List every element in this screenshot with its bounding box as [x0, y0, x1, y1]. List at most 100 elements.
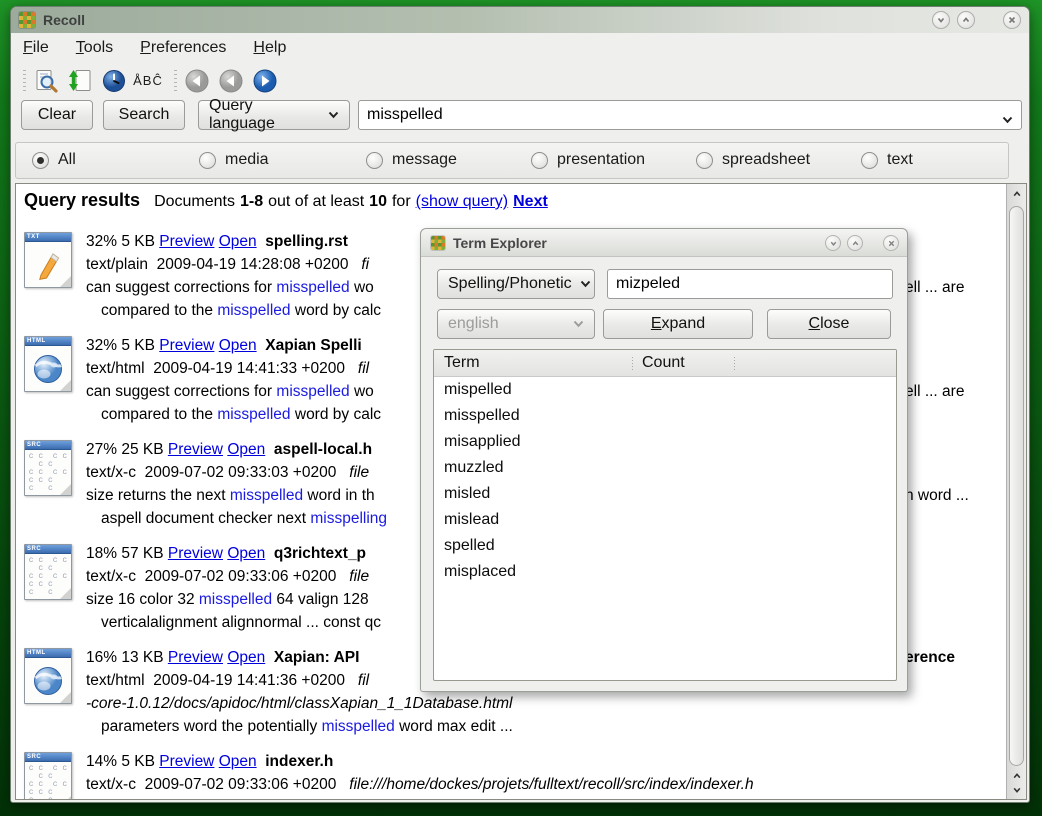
term-input[interactable] [616, 271, 884, 297]
term-row[interactable]: misspelled [434, 403, 896, 429]
search-input[interactable] [367, 102, 987, 128]
column-resize-handle[interactable] [632, 357, 633, 370]
scroll-down-icon[interactable] [1011, 784, 1022, 795]
result-overflow-text: n word ... [905, 484, 969, 507]
title-bar[interactable]: Recoll [11, 7, 1029, 33]
result-mime: text/html [86, 672, 145, 689]
term-row[interactable]: muzzled [434, 455, 896, 481]
result-date: 2009-04-19 14:41:36 +0200 [153, 672, 345, 689]
result-url: file [349, 464, 369, 481]
minimize-button[interactable] [825, 235, 841, 251]
result-snippet: compared to the misspelled word by calc [86, 299, 381, 322]
term-column-header[interactable]: Term [444, 354, 480, 372]
next-page-link[interactable]: Next [513, 193, 548, 211]
next-page-icon[interactable] [251, 67, 279, 95]
filter-radio-media[interactable]: media [199, 151, 269, 169]
filter-radio-text[interactable]: text [861, 151, 913, 169]
term-row[interactable]: mislead [434, 507, 896, 533]
result-url: fi [361, 256, 369, 273]
search-entry-combobox[interactable] [358, 100, 1022, 130]
scroll-up-icon[interactable] [1011, 770, 1022, 781]
column-resize-handle[interactable] [734, 357, 735, 370]
toolbar-handle[interactable] [174, 70, 177, 92]
document-history-icon[interactable] [100, 67, 128, 95]
result-title: aspell-local.h [274, 441, 372, 458]
menu-item-preferences[interactable]: Preferences [140, 39, 226, 57]
close-button[interactable] [1003, 11, 1021, 29]
search-button[interactable]: Search [103, 100, 185, 130]
result-snippet: can suggest corrections for misspelled w… [86, 276, 374, 299]
documents-label: Documents [154, 193, 235, 211]
term-row[interactable]: misapplied [434, 429, 896, 455]
term-row[interactable]: misled [434, 481, 896, 507]
result-overflow-text: ell ... are [905, 276, 964, 299]
dialog-title-bar[interactable]: Term Explorer [421, 229, 907, 257]
minimize-button[interactable] [932, 11, 950, 29]
term-row[interactable]: misplaced [434, 559, 896, 585]
preview-link[interactable]: Preview [168, 649, 223, 666]
result-title: Xapian: API [274, 649, 360, 666]
filter-label: text [887, 151, 913, 169]
open-link[interactable]: Open [227, 441, 265, 458]
filter-radio-all[interactable]: All [32, 151, 76, 169]
recoll-app-icon [431, 236, 445, 250]
first-page-icon[interactable] [183, 67, 211, 95]
open-link[interactable]: Open [227, 545, 265, 562]
scroll-up-icon[interactable] [1011, 188, 1022, 199]
scrollbar-thumb[interactable] [1009, 206, 1024, 766]
preview-link[interactable]: Preview [159, 233, 214, 250]
preview-link[interactable]: Preview [168, 545, 223, 562]
for-label: for [392, 193, 411, 211]
result-date: 2009-07-02 09:33:06 +0200 [145, 776, 337, 793]
dialog-close-button[interactable]: Close [767, 309, 891, 339]
result-mime: text/html [86, 360, 145, 377]
chevron-down-icon[interactable] [1002, 111, 1013, 129]
chevron-down-icon [936, 15, 946, 25]
result-row: SRCc c c c c c c c c c c c c c c14% 5 KB… [24, 750, 996, 800]
open-link[interactable]: Open [219, 233, 257, 250]
results-scrollbar[interactable] [1006, 184, 1026, 799]
filter-radio-spreadsheet[interactable]: spreadsheet [696, 151, 810, 169]
results-header: Query results Documents 1-8 out of at le… [24, 190, 553, 211]
preview-link[interactable]: Preview [159, 753, 214, 770]
filter-label: message [392, 151, 457, 169]
filter-label: presentation [557, 151, 645, 169]
menu-item-help[interactable]: Help [253, 39, 286, 57]
expansion-mode-dropdown[interactable]: Spelling/Phonetic [437, 269, 595, 299]
previous-page-icon[interactable] [217, 67, 245, 95]
term-input-field[interactable] [607, 269, 893, 299]
menu-item-file[interactable]: File [23, 39, 49, 57]
open-link[interactable]: Open [219, 337, 257, 354]
open-link[interactable]: Open [219, 753, 257, 770]
clear-button[interactable]: Clear [21, 100, 93, 130]
result-snippet: aspell document checker next misspelling [86, 507, 387, 530]
open-link[interactable]: Open [227, 649, 265, 666]
show-query-link[interactable]: (show query) [416, 193, 508, 211]
preview-link[interactable]: Preview [168, 441, 223, 458]
maximize-button[interactable] [847, 235, 863, 251]
term-table: Term Count mispelledmisspelledmisapplied… [433, 349, 897, 681]
menu-item-tools[interactable]: Tools [76, 39, 113, 57]
term-row[interactable]: spelled [434, 533, 896, 559]
filter-radio-message[interactable]: message [366, 151, 457, 169]
html-document-icon: HTML [24, 336, 72, 392]
term-table-header[interactable]: Term Count [434, 350, 896, 377]
maximize-button[interactable] [957, 11, 975, 29]
sort-parameters-icon[interactable] [66, 67, 94, 95]
query-language-dropdown[interactable]: Query language [198, 100, 350, 130]
result-snippet: verticalalignment alignnormal ... const … [86, 611, 381, 634]
count-column-header[interactable]: Count [642, 354, 685, 372]
term-explorer-icon[interactable]: ÅBĈ [134, 67, 162, 95]
close-icon [1007, 15, 1017, 25]
close-button[interactable] [883, 235, 899, 251]
advanced-search-icon[interactable] [32, 67, 60, 95]
toolbar-handle[interactable] [23, 70, 26, 92]
expand-button[interactable]: Expand [603, 309, 753, 339]
result-url: fil [358, 360, 369, 377]
filter-radio-presentation[interactable]: presentation [531, 151, 645, 169]
radio-circle-icon [199, 152, 216, 169]
preview-link[interactable]: Preview [159, 337, 214, 354]
language-dropdown-disabled: english [437, 309, 595, 339]
menu-bar: File Tools Preferences Help [11, 33, 1029, 62]
term-row[interactable]: mispelled [434, 377, 896, 403]
